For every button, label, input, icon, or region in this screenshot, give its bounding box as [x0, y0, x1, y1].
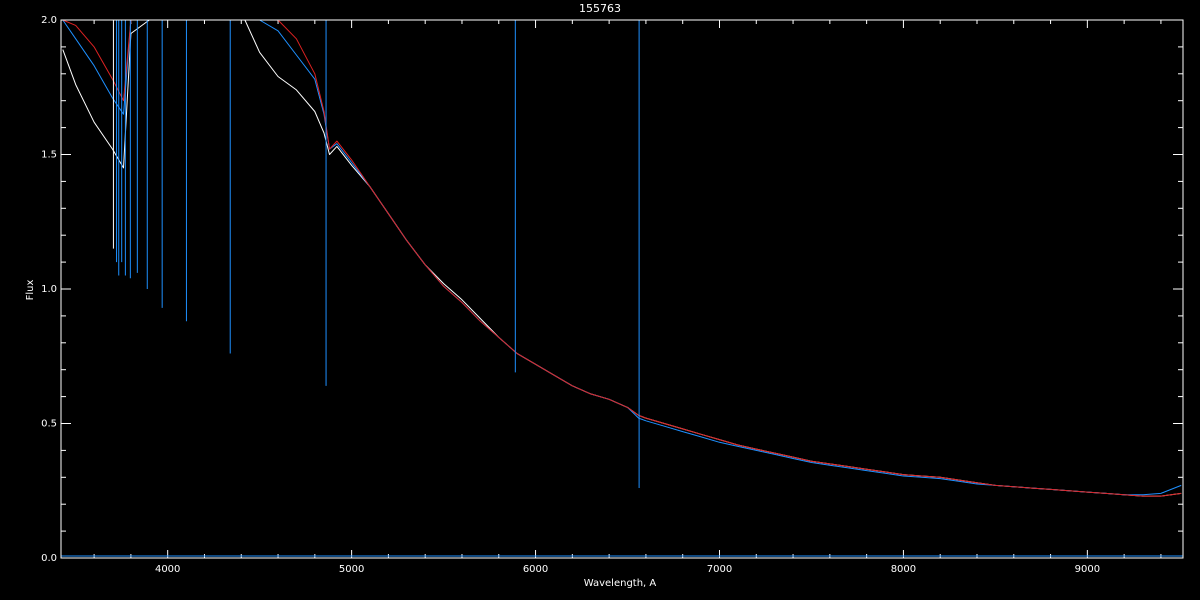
series-layer [61, 19, 1183, 557]
y-tick-label: 1.5 [41, 150, 57, 161]
x-tick-label: 5000 [339, 564, 364, 575]
x-axis-label: Wavelength, A [584, 578, 657, 589]
y-tick-label: 1.0 [41, 284, 57, 295]
y-axis-label: Flux [25, 280, 36, 301]
x-tick-label: 9000 [1075, 564, 1100, 575]
absorption-lines-layer [112, 20, 640, 489]
axis-ticks: 4000 5000 6000 7000 8000 9000 0.0 0.5 1.0 1.5 2.0 [41, 15, 1183, 575]
y-tick-label: 0.0 [41, 553, 57, 564]
spectrum-plot: 155763 Wavelength, A Flux 4000 5000 6000 70… [25, 2, 1184, 589]
x-tick-label: 4000 [155, 564, 180, 575]
x-tick-label: 6000 [523, 564, 548, 575]
chart-title: 155763 [579, 2, 621, 15]
plot-frame [60, 19, 1184, 559]
x-tick-label: 8000 [891, 564, 916, 575]
x-tick-label: 7000 [707, 564, 732, 575]
y-tick-label: 0.5 [41, 419, 57, 430]
y-tick-label: 2.0 [41, 15, 57, 26]
